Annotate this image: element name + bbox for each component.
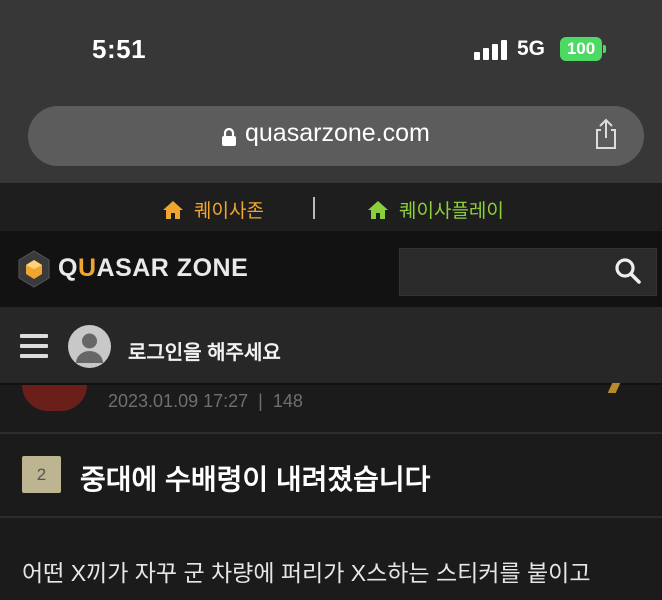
user-icon xyxy=(76,333,103,363)
login-prompt[interactable]: 로그인을 해주세요 xyxy=(128,336,281,365)
battery-tip xyxy=(603,45,606,53)
post-date: 2023.01.09 17:27 xyxy=(108,391,249,411)
quasarzone-link[interactable]: 퀘이사존 xyxy=(162,196,264,223)
avatar[interactable] xyxy=(68,325,111,368)
battery-icon: 100 xyxy=(560,37,602,61)
home-icon xyxy=(368,200,388,219)
status-time: 5:51 xyxy=(92,34,147,64)
share-icon[interactable] xyxy=(594,118,618,150)
link-separator xyxy=(313,197,315,219)
site-top-links xyxy=(0,183,662,231)
signal-icon xyxy=(474,38,508,60)
search-icon[interactable] xyxy=(614,257,642,285)
network-type: 5G xyxy=(517,37,546,60)
divider xyxy=(0,432,662,434)
logo-accent: U xyxy=(77,254,97,282)
logo-prefix: Q xyxy=(58,254,78,282)
quasarzone-logo-icon[interactable] xyxy=(17,250,51,288)
quasarplay-label: 퀘이사플레이 xyxy=(399,201,504,222)
meta-separator: | xyxy=(258,391,263,411)
site-logo[interactable]: QUASAR ZONE xyxy=(58,254,248,283)
lock-icon xyxy=(222,128,236,146)
logo-rest: ASAR ZONE xyxy=(96,254,249,282)
url-text[interactable]: quasarzone.com xyxy=(245,119,430,148)
view-count: 148 xyxy=(272,391,303,411)
previous-post-meta: 2023.01.09 17:27 | 148 xyxy=(108,391,303,412)
home-icon xyxy=(163,200,183,219)
post-title[interactable]: 중대에 수배령이 내려졌습니다 xyxy=(80,458,430,498)
divider xyxy=(0,516,662,518)
hamburger-menu-icon[interactable] xyxy=(20,334,48,358)
post-body: 어떤 X끼가 자꾸 군 차량에 퍼리가 X스하는 스티커를 붙이고 xyxy=(22,560,591,586)
rank-badge: 2 xyxy=(22,456,61,493)
quasarplay-link[interactable]: 퀘이사플레이 xyxy=(367,196,504,223)
quasarzone-label: 퀘이사존 xyxy=(194,201,264,222)
battery-level: 100 xyxy=(566,39,596,58)
